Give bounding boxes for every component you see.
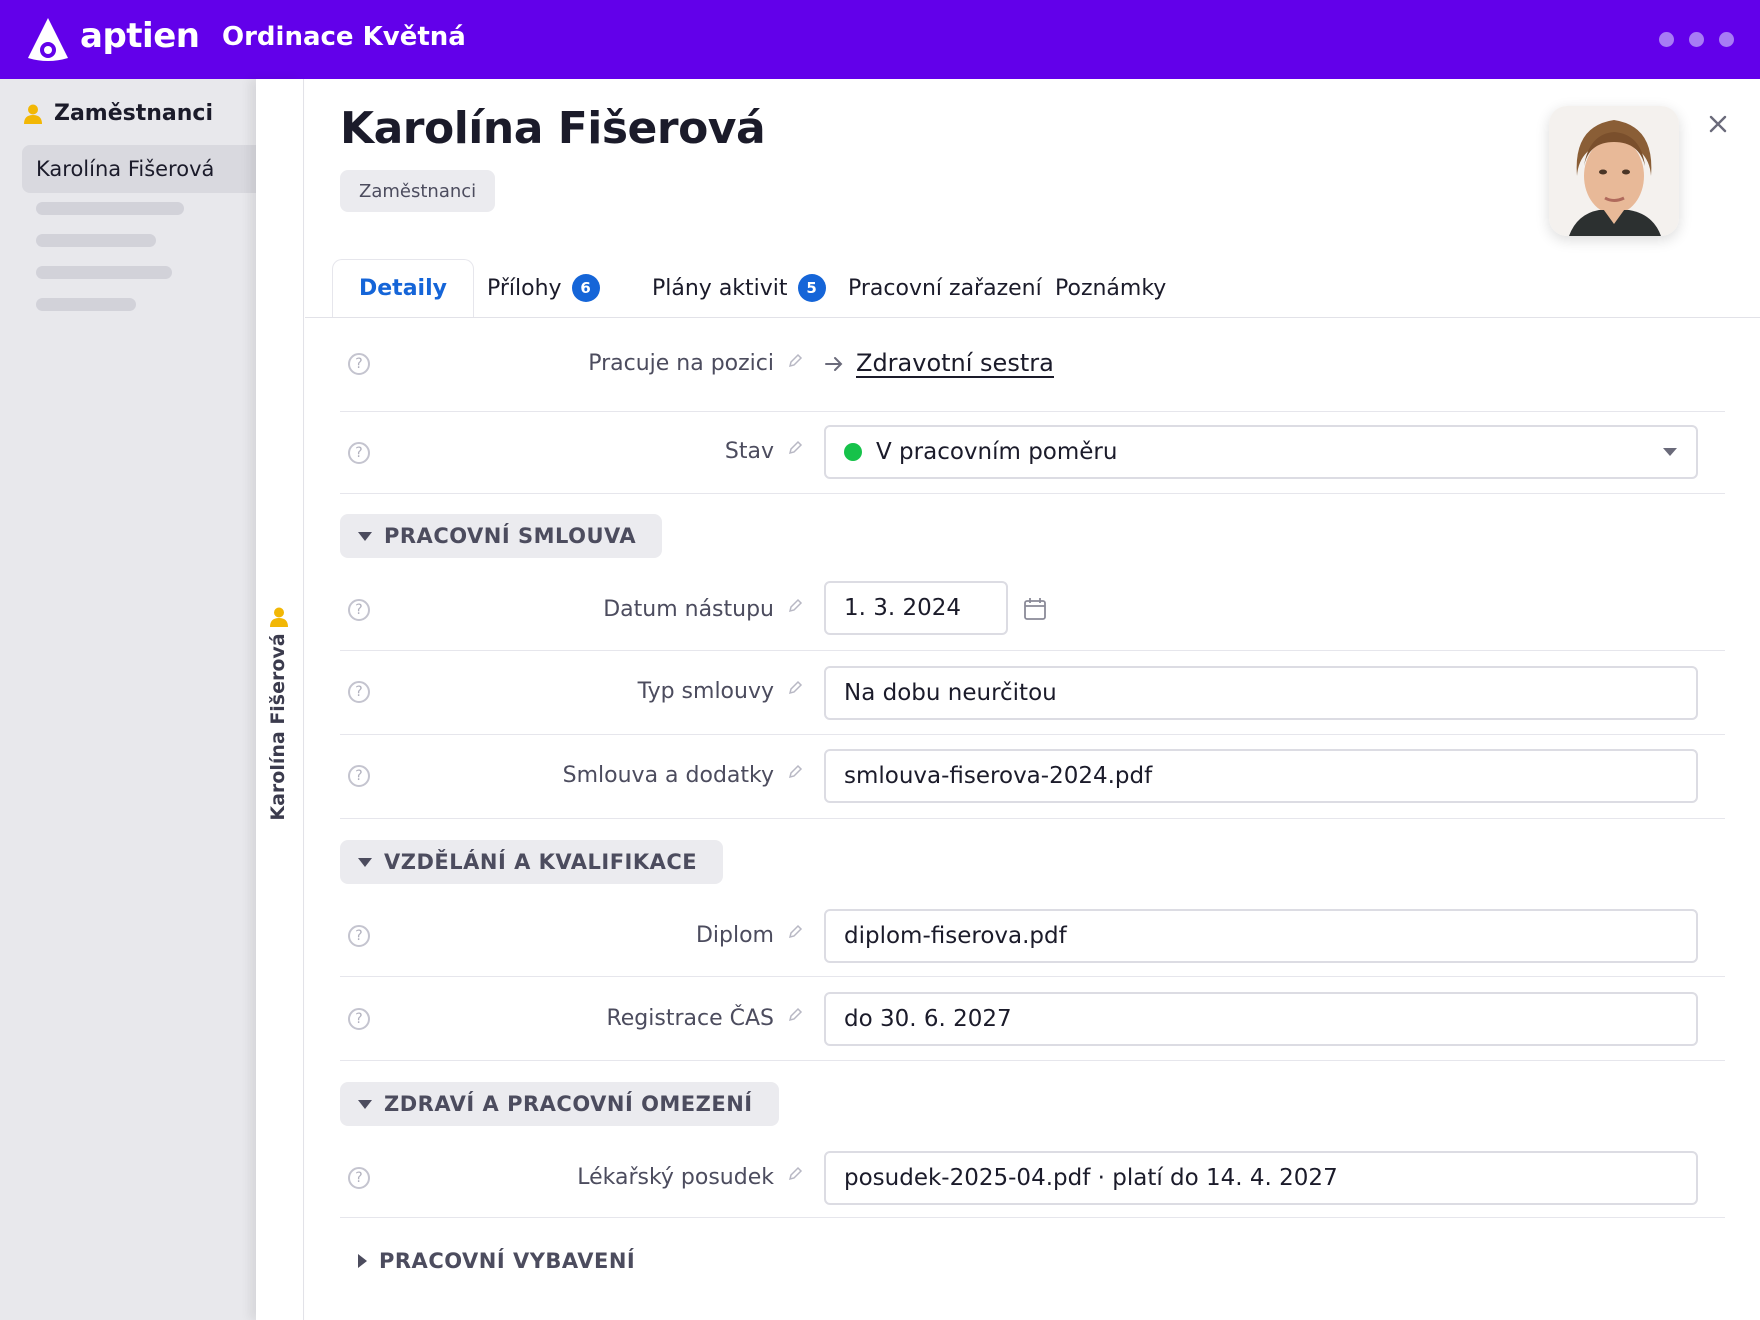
arrow-right-icon xyxy=(825,357,843,372)
status-select[interactable]: V pracovním poměru xyxy=(824,425,1698,479)
section-equipment-toggle[interactable]: PRACOVNÍ VYBAVENÍ xyxy=(340,1239,661,1283)
pencil-icon[interactable] xyxy=(787,440,803,456)
dot-icon[interactable] xyxy=(1689,32,1704,47)
section-health-label: ZDRAVÍ A PRACOVNÍ OMEZENÍ xyxy=(384,1092,753,1116)
skeleton-line xyxy=(36,298,136,311)
skeleton-line xyxy=(36,266,172,279)
avatar[interactable] xyxy=(1549,106,1679,236)
help-icon[interactable]: ? xyxy=(348,1008,370,1030)
tab-work-assignment-label: Pracovní zařazení xyxy=(848,275,1042,301)
pencil-icon[interactable] xyxy=(787,680,803,696)
sidebar-item-karolina[interactable]: Karolína Fišerová xyxy=(22,145,256,193)
field-label: Smlouva a dodatky xyxy=(562,763,774,788)
help-icon[interactable]: ? xyxy=(348,681,370,703)
window-dots xyxy=(1659,32,1734,47)
field-row-registration: ? Registrace ČAS do 30. 6. 2027 xyxy=(340,977,1725,1061)
organization-name[interactable]: Ordinace Květná xyxy=(222,22,466,52)
top-bar: aptien Ordinace Květná xyxy=(0,0,1760,79)
tab-attachments[interactable]: Přílohy 6 xyxy=(461,259,626,317)
record-detail-panel: Karolína Fišerová Zaměstnanci Detaily Př… xyxy=(305,79,1760,1320)
avatar-photo xyxy=(1549,106,1679,236)
dot-icon[interactable] xyxy=(1719,32,1734,47)
pencil-icon[interactable] xyxy=(787,598,803,614)
section-education-toggle[interactable]: VZDĚLÁNÍ A KVALIFIKACE xyxy=(340,840,724,884)
pencil-icon[interactable] xyxy=(787,764,803,780)
tab-details[interactable]: Detaily xyxy=(332,259,474,317)
field-label: Datum nástupu xyxy=(603,597,774,622)
field-row-start-date: ? Datum nástupu 1. 3. 2024 xyxy=(340,573,1725,651)
tab-details-label: Detaily xyxy=(359,276,447,301)
pencil-icon[interactable] xyxy=(787,1007,803,1023)
tab-activity-plans-label: Plány aktivit xyxy=(652,275,788,301)
pencil-icon[interactable] xyxy=(787,924,803,940)
diploma-input[interactable]: diplom-fiserova.pdf xyxy=(824,909,1698,963)
record-title: Karolína Fišerová xyxy=(340,103,766,154)
position-value[interactable]: Zdravotní sestra xyxy=(856,350,1054,379)
tab-notes[interactable]: Poznámky xyxy=(1029,259,1192,317)
person-icon xyxy=(24,104,42,124)
help-icon[interactable]: ? xyxy=(348,442,370,464)
skeleton-line xyxy=(36,202,184,215)
status-dot-icon xyxy=(844,443,862,461)
field-row-contract-type: ? Typ smlouvy Na dobu neurčitou xyxy=(340,651,1725,735)
help-icon[interactable]: ? xyxy=(348,599,370,621)
contract-type-input[interactable]: Na dobu neurčitou xyxy=(824,666,1698,720)
skeleton-line xyxy=(36,234,156,247)
field-row-position: ? Pracuje na pozici Zdravotní sestra xyxy=(340,318,1725,412)
caret-down-icon xyxy=(358,531,372,541)
help-icon[interactable]: ? xyxy=(348,925,370,947)
tab-activity-plans[interactable]: Plány aktivit 5 xyxy=(626,259,852,317)
registration-input[interactable]: do 30. 6. 2027 xyxy=(824,992,1698,1046)
section-education-label: VZDĚLÁNÍ A KVALIFIKACE xyxy=(384,850,698,874)
section-contract-toggle[interactable]: PRACOVNÍ SMLOUVA xyxy=(340,514,663,558)
field-row-status: ? Stav V pracovním poměru xyxy=(340,412,1725,494)
dot-icon[interactable] xyxy=(1659,32,1674,47)
caret-down-icon xyxy=(358,1099,372,1109)
field-label: Pracuje na pozici xyxy=(588,351,774,376)
help-icon[interactable]: ? xyxy=(348,1167,370,1189)
field-label: Typ smlouvy xyxy=(637,679,774,704)
help-icon[interactable]: ? xyxy=(348,765,370,787)
field-row-medical: ? Lékařský posudek posudek-2025-04.pdf ·… xyxy=(340,1138,1725,1218)
help-icon[interactable]: ? xyxy=(348,353,370,375)
pencil-icon[interactable] xyxy=(787,353,803,369)
close-icon[interactable] xyxy=(1703,109,1733,139)
caret-down-icon xyxy=(358,857,372,867)
tab-notes-label: Poznámky xyxy=(1055,275,1167,301)
medical-input[interactable]: posudek-2025-04.pdf · platí do 14. 4. 20… xyxy=(824,1151,1698,1205)
side-strip-label: Karolína Fišerová xyxy=(267,633,289,821)
tab-attachments-count: 6 xyxy=(571,274,600,302)
section-contract-label: PRACOVNÍ SMLOUVA xyxy=(384,524,637,548)
contract-files-input[interactable]: smlouva-fiserova-2024.pdf xyxy=(824,749,1698,803)
field-row-diploma: ? Diplom diplom-fiserova.pdf xyxy=(340,895,1725,977)
sidebar-section-label: Zaměstnanci xyxy=(54,101,214,126)
start-date-input[interactable]: 1. 3. 2024 xyxy=(824,581,1008,635)
sidebar: Zaměstnanci Karolína Fišerová xyxy=(0,79,256,1320)
field-label: Diplom xyxy=(695,923,774,948)
person-icon xyxy=(270,607,288,627)
sidebar-section-header[interactable]: Zaměstnanci xyxy=(24,101,213,126)
pencil-icon[interactable] xyxy=(787,1166,803,1182)
field-row-contract-files: ? Smlouva a dodatky smlouva-fiserova-202… xyxy=(340,735,1725,819)
field-label: Stav xyxy=(724,439,774,464)
section-health-toggle[interactable]: ZDRAVÍ A PRACOVNÍ OMEZENÍ xyxy=(340,1082,779,1126)
record-tag[interactable]: Zaměstnanci xyxy=(340,170,496,212)
field-label: Registrace ČAS xyxy=(606,1006,774,1031)
position-link[interactable]: Zdravotní sestra xyxy=(824,350,1054,379)
field-label: Lékařský posudek xyxy=(577,1165,774,1190)
tab-attachments-label: Přílohy xyxy=(487,275,562,301)
section-equipment-label: PRACOVNÍ VYBAVENÍ xyxy=(379,1249,636,1273)
calendar-icon[interactable] xyxy=(1023,597,1047,621)
brand-name[interactable]: aptien xyxy=(80,16,200,56)
aptien-logo-icon[interactable] xyxy=(26,16,70,62)
caret-right-icon xyxy=(358,1254,367,1268)
status-value: V pracovním poměru xyxy=(876,439,1118,465)
chevron-down-icon[interactable] xyxy=(1662,447,1678,457)
